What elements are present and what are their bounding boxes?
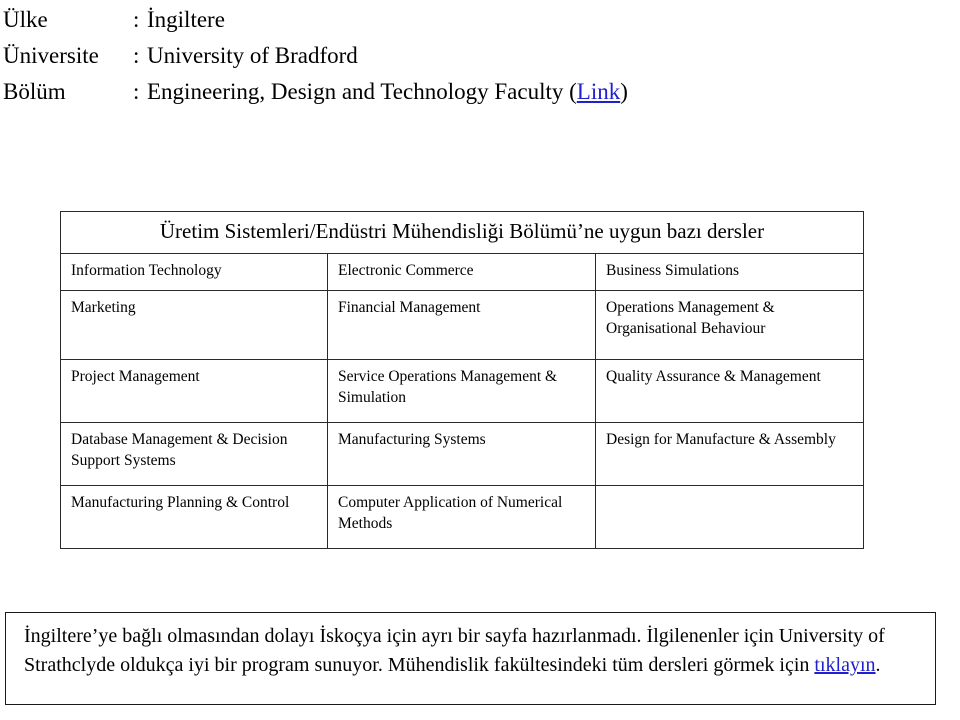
- footnote-text-before-link: İngiltere’ye bağlı olmasından dolayı İsk…: [24, 625, 885, 676]
- info-separator-country: :: [133, 7, 140, 32]
- table-row: Manufacturing Planning & Control Compute…: [60, 484, 865, 549]
- footnote-text: İngiltere’ye bağlı olmasından dolayı İsk…: [24, 622, 917, 680]
- department-faculty-link[interactable]: Link: [577, 74, 620, 110]
- course-cell: Quality Assurance & Management: [594, 358, 865, 423]
- info-row-country: Ülke : İngiltere: [3, 2, 943, 38]
- footnote-box: İngiltere’ye bağlı olmasından dolayı İsk…: [5, 612, 936, 705]
- course-cell: Manufacturing Systems: [327, 421, 596, 486]
- footnote-text-after-link: .: [875, 654, 881, 676]
- course-cell: Service Operations Management & Simulati…: [327, 358, 596, 423]
- info-label-country: Ülke: [3, 7, 48, 32]
- department-link-close-paren: ): [620, 79, 628, 104]
- course-cell: Information Technology: [60, 252, 328, 291]
- table-row: Marketing Financial Management Operation…: [60, 289, 865, 360]
- course-cell: Electronic Commerce: [327, 252, 596, 291]
- info-label-university: Üniversite: [3, 43, 99, 68]
- course-cell: Computer Application of Numerical Method…: [327, 484, 596, 549]
- course-cell: Business Simulations: [594, 252, 865, 291]
- table-row: Information Technology Electronic Commer…: [60, 252, 865, 291]
- course-cell: Operations Management & Organisational B…: [594, 289, 865, 360]
- info-value-country: İngiltere: [147, 7, 225, 32]
- course-cell: Marketing: [60, 289, 328, 360]
- info-label-department: Bölüm: [3, 79, 66, 104]
- info-separator-university: :: [133, 43, 140, 68]
- info-value-university: University of Bradford: [147, 43, 358, 68]
- info-row-university: Üniversite : University of Bradford: [3, 38, 943, 74]
- info-row-department: Bölüm : Engineering, Design and Technolo…: [3, 74, 943, 110]
- recommended-courses-table: Üretim Sistemleri/Endüstri Mühendisliği …: [59, 211, 865, 549]
- info-separator-department: :: [133, 79, 140, 104]
- footnote-click-here-link[interactable]: tıklayın: [814, 654, 875, 676]
- course-cell: Financial Management: [327, 289, 596, 360]
- table-row: Project Management Service Operations Ma…: [60, 358, 865, 423]
- table-row: Database Management & Decision Support S…: [60, 421, 865, 486]
- table-title-row: Üretim Sistemleri/Endüstri Mühendisliği …: [59, 211, 865, 254]
- table-title: Üretim Sistemleri/Endüstri Mühendisliği …: [59, 211, 865, 254]
- course-cell: Manufacturing Planning & Control: [60, 484, 328, 549]
- course-cell: Project Management: [60, 358, 328, 423]
- course-cell: Database Management & Decision Support S…: [60, 421, 328, 486]
- info-value-department: Engineering, Design and Technology Facul…: [147, 79, 577, 104]
- course-cell-empty: [594, 484, 865, 549]
- document-header-info: Ülke : İngiltere Üniversite : University…: [3, 2, 943, 110]
- course-cell: Design for Manufacture & Assembly: [594, 421, 865, 486]
